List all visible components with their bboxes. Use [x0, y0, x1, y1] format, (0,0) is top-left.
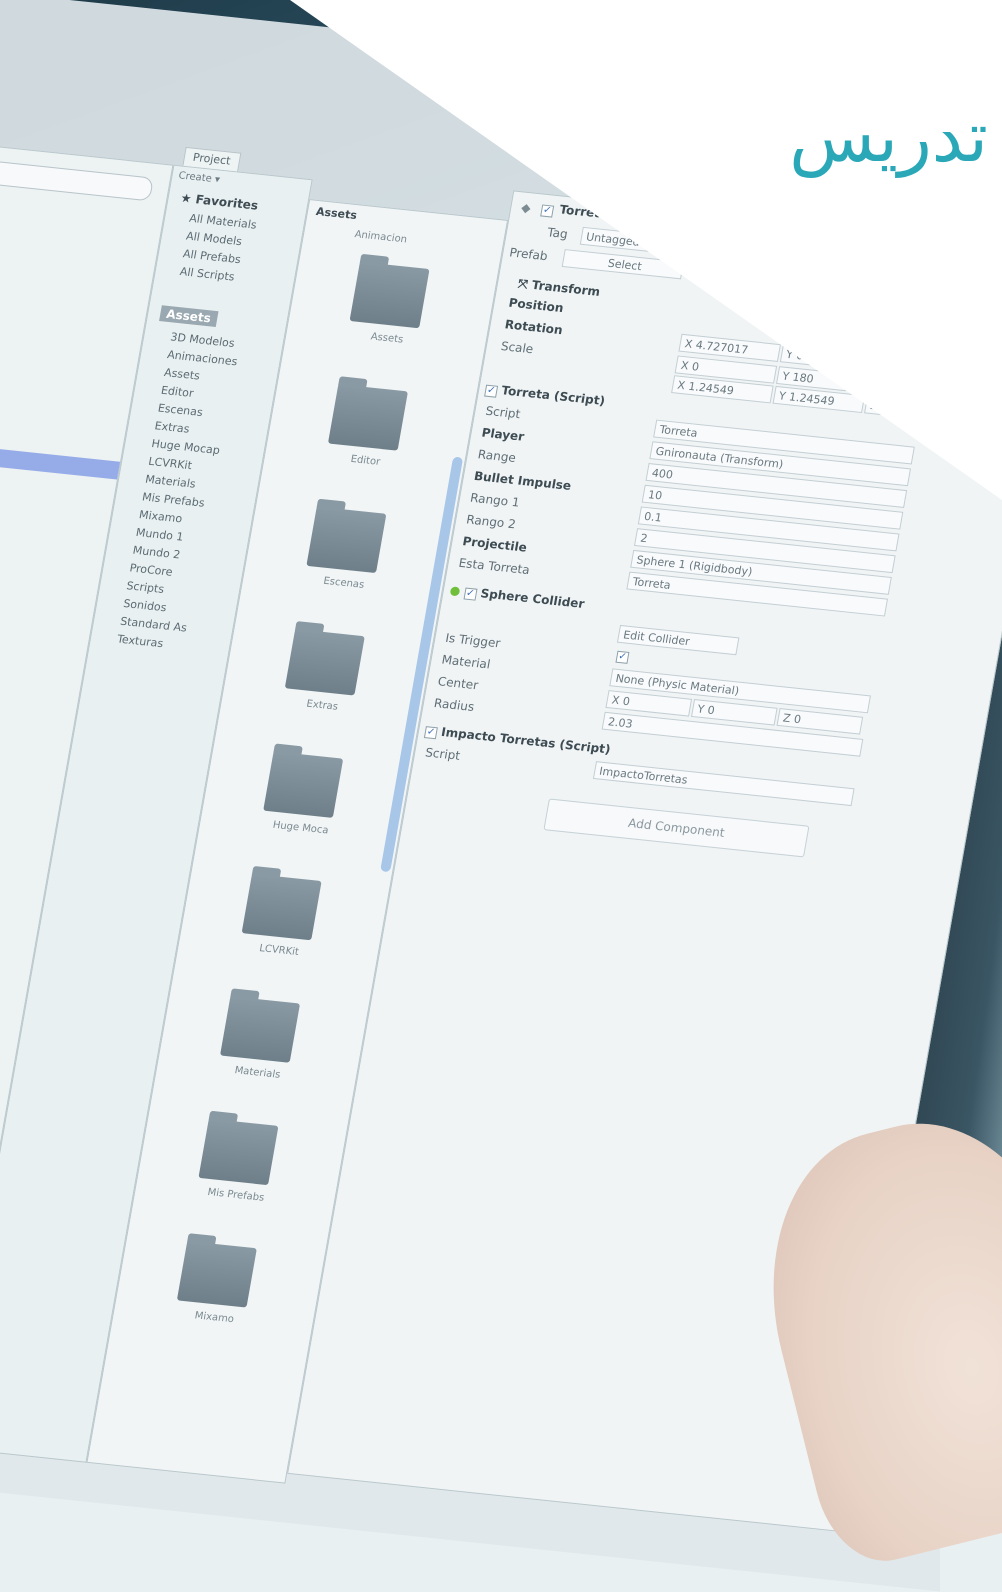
tree-item[interactable]: Sonidos	[122, 597, 167, 614]
favorite-item[interactable]: All Models	[185, 230, 243, 249]
selected-row[interactable]	[0, 436, 121, 480]
add-component-button[interactable]: Add Component	[543, 798, 810, 858]
center-label: Center	[436, 674, 480, 693]
radius-label: Radius	[432, 695, 476, 715]
folder-label: Editor	[349, 453, 382, 468]
assets-breadcrumb[interactable]: Assets	[315, 205, 358, 222]
folder-label: Mixamo	[193, 1310, 235, 1326]
create-label: Create	[177, 170, 213, 185]
hierarchy-search-input[interactable]	[0, 155, 154, 202]
prefab-label: Prefab	[508, 245, 549, 264]
script-label: Script	[484, 403, 522, 422]
esta-torreta-label: Esta Torreta	[457, 555, 531, 578]
tree-item[interactable]: Huge Mocap	[151, 437, 221, 457]
impacto-enabled-checkbox[interactable]: ✓	[423, 726, 438, 740]
folder-icon[interactable]	[349, 261, 430, 329]
folder-icon[interactable]	[284, 628, 365, 696]
folder-label: Mis Prefabs	[206, 1186, 266, 1204]
favorite-item[interactable]: All Scripts	[179, 265, 236, 284]
tree-item[interactable]: Editor	[160, 384, 195, 400]
tree-item[interactable]: Assets	[163, 366, 201, 383]
folder-icon[interactable]	[327, 384, 408, 451]
star-icon: ★	[179, 190, 193, 206]
folder-icon[interactable]	[220, 996, 301, 1063]
folder-icon[interactable]	[306, 506, 387, 574]
sphere-collider-title: Sphere Collider	[479, 586, 586, 611]
transform-header[interactable]: ⤧ Transform	[517, 276, 601, 299]
tree-item[interactable]: 3D Modelos	[169, 330, 235, 350]
projectile-label: Projectile	[461, 534, 528, 555]
folder-label: Materials	[233, 1065, 282, 1081]
tree-item[interactable]: Scripts	[125, 579, 165, 596]
scale-label: Scale	[499, 339, 535, 357]
favorites-label: Favorites	[194, 192, 260, 213]
folder-icon[interactable]	[241, 873, 322, 941]
tree-item[interactable]: Mundo 1	[135, 526, 185, 544]
page-title: تدريس	[789, 96, 988, 178]
tree-item[interactable]: Escenas	[157, 401, 204, 419]
is-trigger-checkbox[interactable]: ✓	[615, 650, 630, 664]
tree-item[interactable]: LCVRKit	[147, 455, 193, 472]
folder-label: LCVRKit	[258, 943, 300, 959]
material-label: Material	[440, 652, 492, 672]
rotation-label: Rotation	[503, 317, 564, 338]
range-label: Range	[476, 447, 518, 466]
tag-label: Tag	[546, 225, 569, 242]
torreta-enabled-checkbox[interactable]: ✓	[484, 384, 499, 398]
assets-subfolder: Animacion	[353, 229, 408, 246]
tree-item[interactable]: ProCore	[129, 561, 174, 578]
folder-label: Huge Moca	[271, 819, 330, 837]
folder-icon[interactable]	[263, 751, 344, 818]
create-dropdown[interactable]: Create ▾	[178, 170, 221, 185]
edit-collider-button[interactable]: Edit Collider	[616, 624, 740, 656]
torreta-script-title: Torreta (Script)	[500, 383, 607, 409]
project-tab-label: Project	[191, 150, 232, 168]
transform-icon: ⤧	[516, 276, 529, 292]
folder-icon[interactable]	[198, 1118, 279, 1186]
assets-root[interactable]: Assets	[159, 305, 219, 327]
favorites-title[interactable]: ★ Favorites	[180, 191, 260, 213]
tree-item[interactable]: Mixamo	[138, 508, 183, 525]
tree-item[interactable]: Materials	[144, 473, 196, 491]
sphere-collider-enabled-checkbox[interactable]: ✓	[463, 587, 478, 601]
transform-title: Transform	[530, 277, 602, 299]
tree-item[interactable]: Animaciones	[166, 348, 238, 368]
tree-item[interactable]: Standard As	[119, 615, 188, 635]
impacto-script-field[interactable]: ImpactoTorretas	[592, 761, 855, 807]
rango1-label: Rango 1	[469, 490, 521, 510]
folder-icon[interactable]	[176, 1241, 257, 1308]
folder-label: Extras	[305, 698, 339, 713]
favorite-item[interactable]: All Prefabs	[182, 247, 242, 266]
position-label: Position	[507, 295, 565, 316]
active-checkbox[interactable]: ✓	[540, 204, 555, 218]
impacto-title: Impacto Torretas (Script)	[440, 724, 612, 757]
tab-project[interactable]: Project	[182, 146, 242, 172]
impacto-script-label: Script	[424, 745, 462, 763]
bullet-impulse-label: Bullet Impulse	[472, 468, 573, 493]
tree-item[interactable]: Texturas	[116, 633, 164, 651]
tree-item[interactable]: Extras	[154, 419, 191, 435]
tree-item[interactable]: Mis Prefabs	[141, 490, 206, 509]
cube-icon: ◆	[520, 200, 532, 216]
folder-label: Escenas	[322, 575, 366, 591]
sphere-collider-header[interactable]: ● ✓ Sphere Collider	[449, 583, 586, 612]
tree-item[interactable]: Mundo 2	[132, 544, 182, 562]
folder-label: Assets	[369, 331, 405, 346]
player-label: Player	[480, 425, 526, 444]
is-trigger-label: Is Trigger	[444, 630, 502, 651]
rango2-label: Rango 2	[465, 512, 517, 532]
favorite-item[interactable]: All Materials	[188, 212, 257, 232]
sphere-collider-icon: ●	[448, 583, 462, 598]
